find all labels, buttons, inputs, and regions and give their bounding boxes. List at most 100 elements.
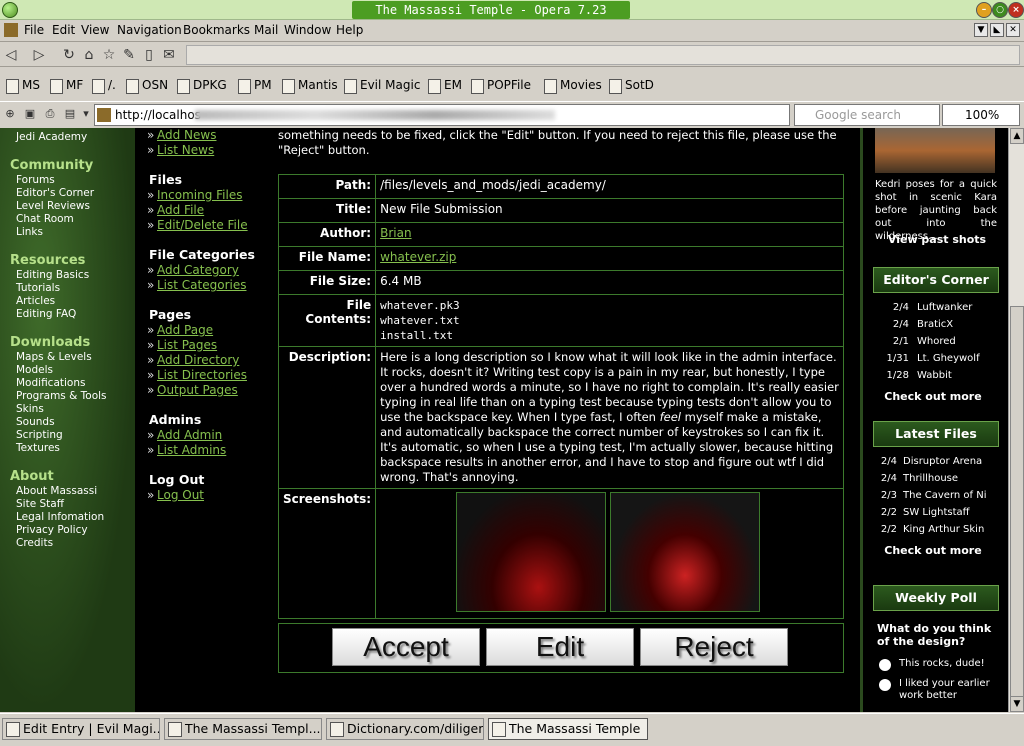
filename-link[interactable]: whatever.zip bbox=[380, 250, 456, 264]
nav-link-modifications[interactable]: Modifications bbox=[16, 377, 85, 389]
nav-link-links[interactable]: Links bbox=[16, 226, 43, 238]
nav-link-about-massassi[interactable]: About Massassi bbox=[16, 485, 97, 497]
page-info-icon[interactable]: ▤ bbox=[62, 106, 78, 122]
nav-link-scripting[interactable]: Scripting bbox=[16, 429, 63, 441]
author-link[interactable]: Brian bbox=[380, 226, 411, 240]
poll-option-2[interactable]: I liked your earlier work better bbox=[877, 678, 1001, 702]
view-past-shots-link[interactable]: View past shots bbox=[863, 233, 1008, 246]
opera-menu-icon[interactable] bbox=[4, 23, 18, 37]
reload-icon[interactable]: ↻ bbox=[60, 46, 78, 64]
admin-link-log-out[interactable]: Log Out bbox=[147, 488, 204, 502]
admin-link-edit-delete-file[interactable]: Edit/Delete File bbox=[147, 218, 248, 232]
new-tab-icon[interactable]: ⊕ bbox=[2, 106, 18, 122]
bookmark-pm[interactable]: PM bbox=[238, 78, 272, 94]
nav-link-textures[interactable]: Textures bbox=[16, 442, 60, 454]
nav-link-forums[interactable]: Forums bbox=[16, 174, 55, 186]
list-item[interactable]: 2/2 SW Lightstaff bbox=[875, 507, 1005, 518]
new-page-icon[interactable]: ▯ bbox=[140, 46, 158, 64]
admin-link-add-news[interactable]: Add News bbox=[147, 128, 217, 142]
nav-link-credits[interactable]: Credits bbox=[16, 537, 53, 549]
poll-option-1[interactable]: This rocks, dude! bbox=[877, 658, 1001, 671]
list-item[interactable]: 1/28 Wabbit bbox=[875, 370, 1005, 381]
search-input[interactable]: Google search bbox=[794, 104, 940, 126]
list-item[interactable]: 2/4 Disruptor Arena bbox=[875, 456, 1005, 467]
list-item[interactable]: 2/3 The Cavern of Ni bbox=[875, 490, 1005, 501]
scroll-up-icon[interactable]: ▲ bbox=[1010, 128, 1024, 144]
screenshot-thumbnail-1[interactable] bbox=[456, 492, 607, 612]
mail-icon[interactable]: ✉ bbox=[160, 46, 178, 64]
nav-link-editors-corner[interactable]: Editor's Corner bbox=[16, 187, 94, 199]
tab-massassi-active[interactable]: The Massassi Temple bbox=[488, 718, 648, 740]
menu-edit[interactable]: Edit bbox=[52, 23, 75, 37]
nav-link-programs-tools[interactable]: Programs & Tools bbox=[16, 390, 107, 402]
list-item[interactable]: 2/2 King Arthur Skin bbox=[875, 524, 1005, 535]
bookmark-dpkg[interactable]: DPKG bbox=[177, 78, 227, 94]
admin-link-add-directory[interactable]: Add Directory bbox=[147, 353, 239, 367]
tab-edit-entry[interactable]: Edit Entry | Evil Magi... bbox=[2, 718, 160, 740]
bookmark-popfile[interactable]: POPFile bbox=[471, 78, 531, 94]
nav-link-skins[interactable]: Skins bbox=[16, 403, 44, 415]
admin-link-add-admin[interactable]: Add Admin bbox=[147, 428, 222, 442]
list-item[interactable]: 2/1 Whored bbox=[875, 336, 1005, 347]
edit-button[interactable]: Edit bbox=[486, 628, 634, 666]
close-page-icon[interactable]: ✕ bbox=[1006, 23, 1020, 37]
bookmark-sotd[interactable]: SotD bbox=[609, 78, 654, 94]
home-icon[interactable]: ⌂ bbox=[80, 46, 98, 64]
edit-pencil-icon[interactable]: ✎ bbox=[120, 46, 138, 64]
page-scrollbar[interactable]: ▲ ▼ bbox=[1008, 128, 1024, 712]
close-icon[interactable]: × bbox=[1008, 2, 1024, 18]
menu-dropdown-icon[interactable]: ▼ bbox=[974, 23, 988, 37]
forward-icon[interactable]: ▷ bbox=[30, 46, 48, 64]
admin-link-output-pages[interactable]: Output Pages bbox=[147, 383, 238, 397]
menu-mail[interactable]: Mail bbox=[254, 23, 278, 37]
menu-view[interactable]: View bbox=[81, 23, 109, 37]
opera-app-icon[interactable] bbox=[2, 2, 18, 18]
menu-window[interactable]: Window bbox=[284, 23, 331, 37]
menu-file[interactable]: File bbox=[24, 23, 44, 37]
admin-link-list-categories[interactable]: List Categories bbox=[147, 278, 247, 292]
nav-link-chat-room[interactable]: Chat Room bbox=[16, 213, 74, 225]
navigation-toolbar-field[interactable] bbox=[186, 45, 1020, 65]
tab-dictionary[interactable]: Dictionary.com/diligent bbox=[326, 718, 484, 740]
print-icon[interactable]: ⎙ bbox=[42, 106, 58, 122]
admin-link-add-page[interactable]: Add Page bbox=[147, 323, 213, 337]
back-icon[interactable]: ◁ bbox=[2, 46, 20, 64]
nav-link-maps-levels[interactable]: Maps & Levels bbox=[16, 351, 92, 363]
bookmark-ms[interactable]: MS bbox=[6, 78, 40, 94]
admin-link-list-news[interactable]: List News bbox=[147, 143, 214, 157]
nav-link-articles[interactable]: Articles bbox=[16, 295, 55, 307]
reject-button[interactable]: Reject bbox=[640, 628, 788, 666]
bookmark-em[interactable]: EM bbox=[428, 78, 462, 94]
menu-bookmarks[interactable]: Bookmarks bbox=[183, 23, 250, 37]
bookmark-slashdot[interactable]: /. bbox=[92, 78, 116, 94]
bookmark-evil-magic[interactable]: Evil Magic bbox=[344, 78, 420, 94]
bookmark-mantis[interactable]: Mantis bbox=[282, 78, 338, 94]
list-item[interactable]: 1/31 Lt. Gheywolf bbox=[875, 353, 1005, 364]
latest-files-more-link[interactable]: Check out more bbox=[863, 544, 1003, 557]
screenshot-thumbnail-2[interactable] bbox=[610, 492, 761, 612]
bookmark-mf[interactable]: MF bbox=[50, 78, 83, 94]
nav-link-legal[interactable]: Legal Infomation bbox=[16, 511, 104, 523]
admin-link-add-file[interactable]: Add File bbox=[147, 203, 204, 217]
scrollbar-thumb[interactable] bbox=[1010, 306, 1024, 698]
bookmark-movies[interactable]: Movies bbox=[544, 78, 602, 94]
nav-link-sounds[interactable]: Sounds bbox=[16, 416, 55, 428]
address-dropdown-icon[interactable]: ▾ bbox=[78, 106, 94, 122]
accept-button[interactable]: Accept bbox=[332, 628, 480, 666]
address-field[interactable]: http://localhos bbox=[94, 104, 790, 126]
nav-link-editing-basics[interactable]: Editing Basics bbox=[16, 269, 89, 281]
admin-link-list-pages[interactable]: List Pages bbox=[147, 338, 217, 352]
admin-link-list-directories[interactable]: List Directories bbox=[147, 368, 247, 382]
screenshot-of-the-day-image[interactable] bbox=[875, 128, 995, 173]
zoom-field[interactable]: 100% bbox=[942, 104, 1020, 126]
nav-link-privacy[interactable]: Privacy Policy bbox=[16, 524, 88, 536]
minimize-icon[interactable]: – bbox=[976, 2, 992, 18]
admin-link-incoming-files[interactable]: Incoming Files bbox=[147, 188, 243, 202]
list-item[interactable]: 2/4 BraticX bbox=[875, 319, 1005, 330]
admin-link-add-category[interactable]: Add Category bbox=[147, 263, 239, 277]
nav-link-models[interactable]: Models bbox=[16, 364, 53, 376]
tab-massassi-1[interactable]: The Massassi Templ... bbox=[164, 718, 322, 740]
nav-link-site-staff[interactable]: Site Staff bbox=[16, 498, 64, 510]
list-item[interactable]: 2/4 Thrillhouse bbox=[875, 473, 1005, 484]
nav-link-tutorials[interactable]: Tutorials bbox=[16, 282, 60, 294]
